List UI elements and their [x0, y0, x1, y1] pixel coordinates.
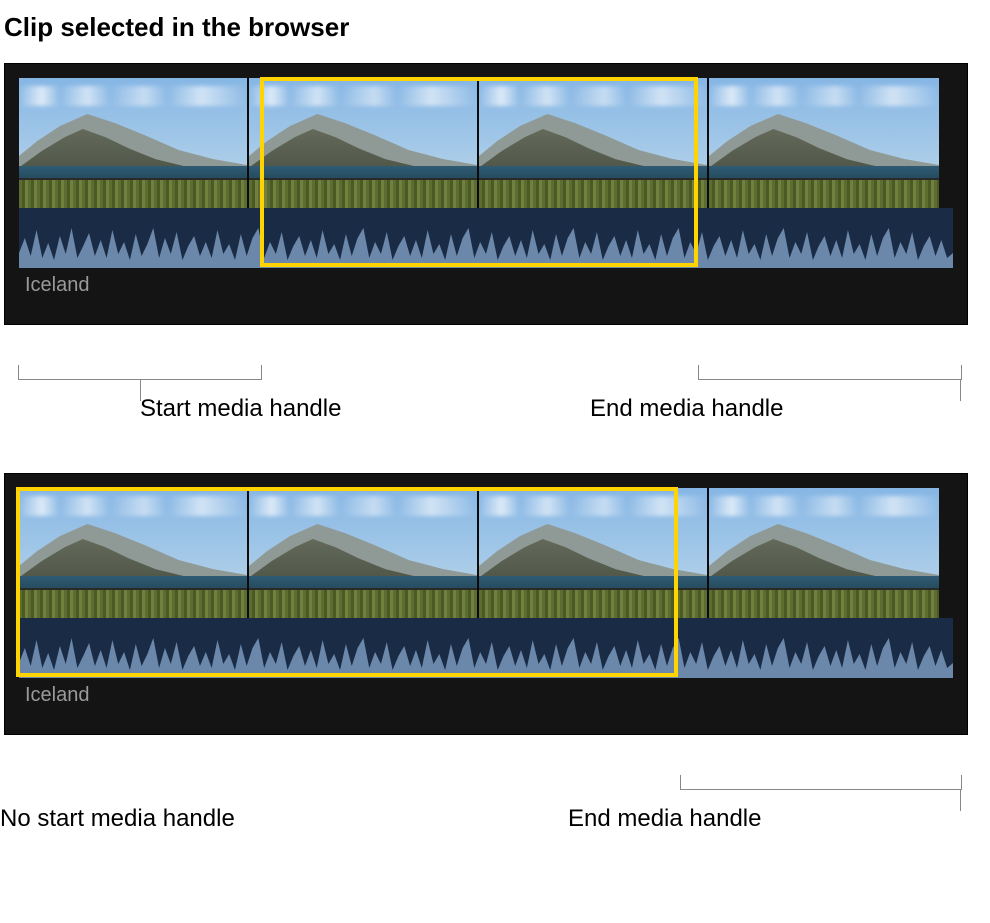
clip-frame[interactable] [19, 488, 249, 618]
page-title: Clip selected in the browser [4, 12, 990, 43]
clip-frame[interactable] [479, 488, 709, 618]
clip-frame[interactable] [19, 78, 249, 208]
clip-frame[interactable] [479, 78, 709, 208]
no-start-handle-callout: No start media handle [0, 805, 235, 833]
end-handle-bracket [680, 775, 962, 790]
clip-browser-panel: Iceland [4, 473, 968, 735]
clip-name-label: Iceland [5, 268, 967, 307]
clip-frame[interactable] [709, 78, 939, 208]
figure-no-start-handle: Iceland No start media handle End media … [0, 473, 990, 853]
figure-with-start-handle: Iceland Start media handle End media han… [0, 63, 990, 443]
clip-frame[interactable] [249, 488, 479, 618]
clip-frame[interactable] [709, 488, 939, 618]
end-handle-callout: End media handle [568, 805, 761, 833]
audio-waveform [19, 618, 953, 678]
clip-browser-panel: Iceland [4, 63, 968, 325]
clip-filmstrip[interactable] [5, 64, 967, 208]
start-handle-callout: Start media handle [140, 395, 341, 423]
clip-name-label: Iceland [5, 678, 967, 717]
end-handle-bracket [698, 365, 962, 380]
end-handle-callout: End media handle [590, 395, 783, 423]
clip-filmstrip[interactable] [5, 474, 967, 618]
start-handle-bracket [18, 365, 262, 380]
audio-waveform [19, 208, 953, 268]
clip-frame[interactable] [249, 78, 479, 208]
